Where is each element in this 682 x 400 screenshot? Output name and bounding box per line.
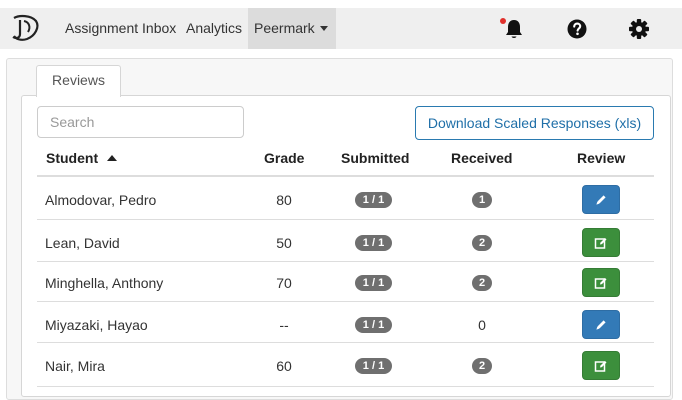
review-button[interactable] <box>582 228 620 257</box>
student-name[interactable]: Miyazaki, Hayao <box>45 317 148 333</box>
grade-value: 70 <box>276 275 292 291</box>
grade-value: 50 <box>276 235 292 251</box>
logo-icon[interactable] <box>9 12 41 44</box>
submitted-badge: 1 / 1 <box>355 358 392 374</box>
header-divider <box>37 175 654 177</box>
submitted-badge: 1 / 1 <box>355 275 392 291</box>
nav-peermark-dropdown[interactable]: Peermark <box>248 8 336 49</box>
grade-value: 60 <box>276 358 292 374</box>
column-header-grade[interactable]: Grade <box>264 150 304 166</box>
row-divider <box>37 301 654 302</box>
received-badge: 2 <box>472 358 492 374</box>
student-name[interactable]: Almodovar, Pedro <box>45 192 156 208</box>
help-icon <box>567 19 587 39</box>
search-input[interactable] <box>37 106 244 138</box>
submitted-badge: 1 / 1 <box>355 317 392 333</box>
review-button[interactable] <box>582 185 620 214</box>
grade-value: 80 <box>276 192 292 208</box>
gear-icon <box>629 19 649 39</box>
received-badge: 2 <box>472 235 492 251</box>
student-name[interactable]: Nair, Mira <box>45 358 105 374</box>
column-header-student[interactable]: Student <box>46 150 118 166</box>
row-divider <box>37 261 654 262</box>
top-navbar: Assignment Inbox Analytics Peermark <box>0 8 682 49</box>
row-divider <box>37 342 654 343</box>
pencil-icon <box>596 319 606 330</box>
nav-assignment-inbox[interactable]: Assignment Inbox <box>65 8 176 49</box>
notification-indicator <box>500 18 506 24</box>
tab-reviews[interactable]: Reviews <box>36 65 121 97</box>
edit-icon <box>594 360 607 372</box>
review-button[interactable] <box>582 351 620 380</box>
download-scaled-responses-button[interactable]: Download Scaled Responses (xls) <box>415 106 654 140</box>
student-name[interactable]: Lean, David <box>45 235 120 251</box>
chevron-down-icon <box>319 26 328 31</box>
settings-button[interactable] <box>628 18 650 40</box>
submitted-badge: 1 / 1 <box>355 192 392 208</box>
notifications-button[interactable] <box>500 18 525 40</box>
review-button[interactable] <box>582 310 620 339</box>
column-header-student-label: Student <box>46 150 99 166</box>
nav-analytics[interactable]: Analytics <box>186 8 242 49</box>
received-value: 0 <box>478 317 486 333</box>
edit-icon <box>594 237 607 249</box>
grade-value: -- <box>279 317 289 333</box>
row-divider <box>37 386 654 387</box>
received-badge: 1 <box>472 192 492 208</box>
bell-icon <box>506 20 522 38</box>
received-badge: 2 <box>472 275 492 291</box>
pencil-icon <box>596 194 606 205</box>
sort-ascending-icon <box>107 155 118 161</box>
nav-peermark-label: Peermark <box>254 20 315 36</box>
row-divider <box>37 219 654 220</box>
column-header-received[interactable]: Received <box>451 150 512 166</box>
student-name[interactable]: Minghella, Anthony <box>45 275 163 291</box>
column-header-submitted[interactable]: Submitted <box>341 150 409 166</box>
help-button[interactable] <box>566 18 588 40</box>
submitted-badge: 1 / 1 <box>355 235 392 251</box>
review-button[interactable] <box>582 268 620 297</box>
edit-icon <box>594 277 607 289</box>
column-header-review: Review <box>577 150 626 166</box>
